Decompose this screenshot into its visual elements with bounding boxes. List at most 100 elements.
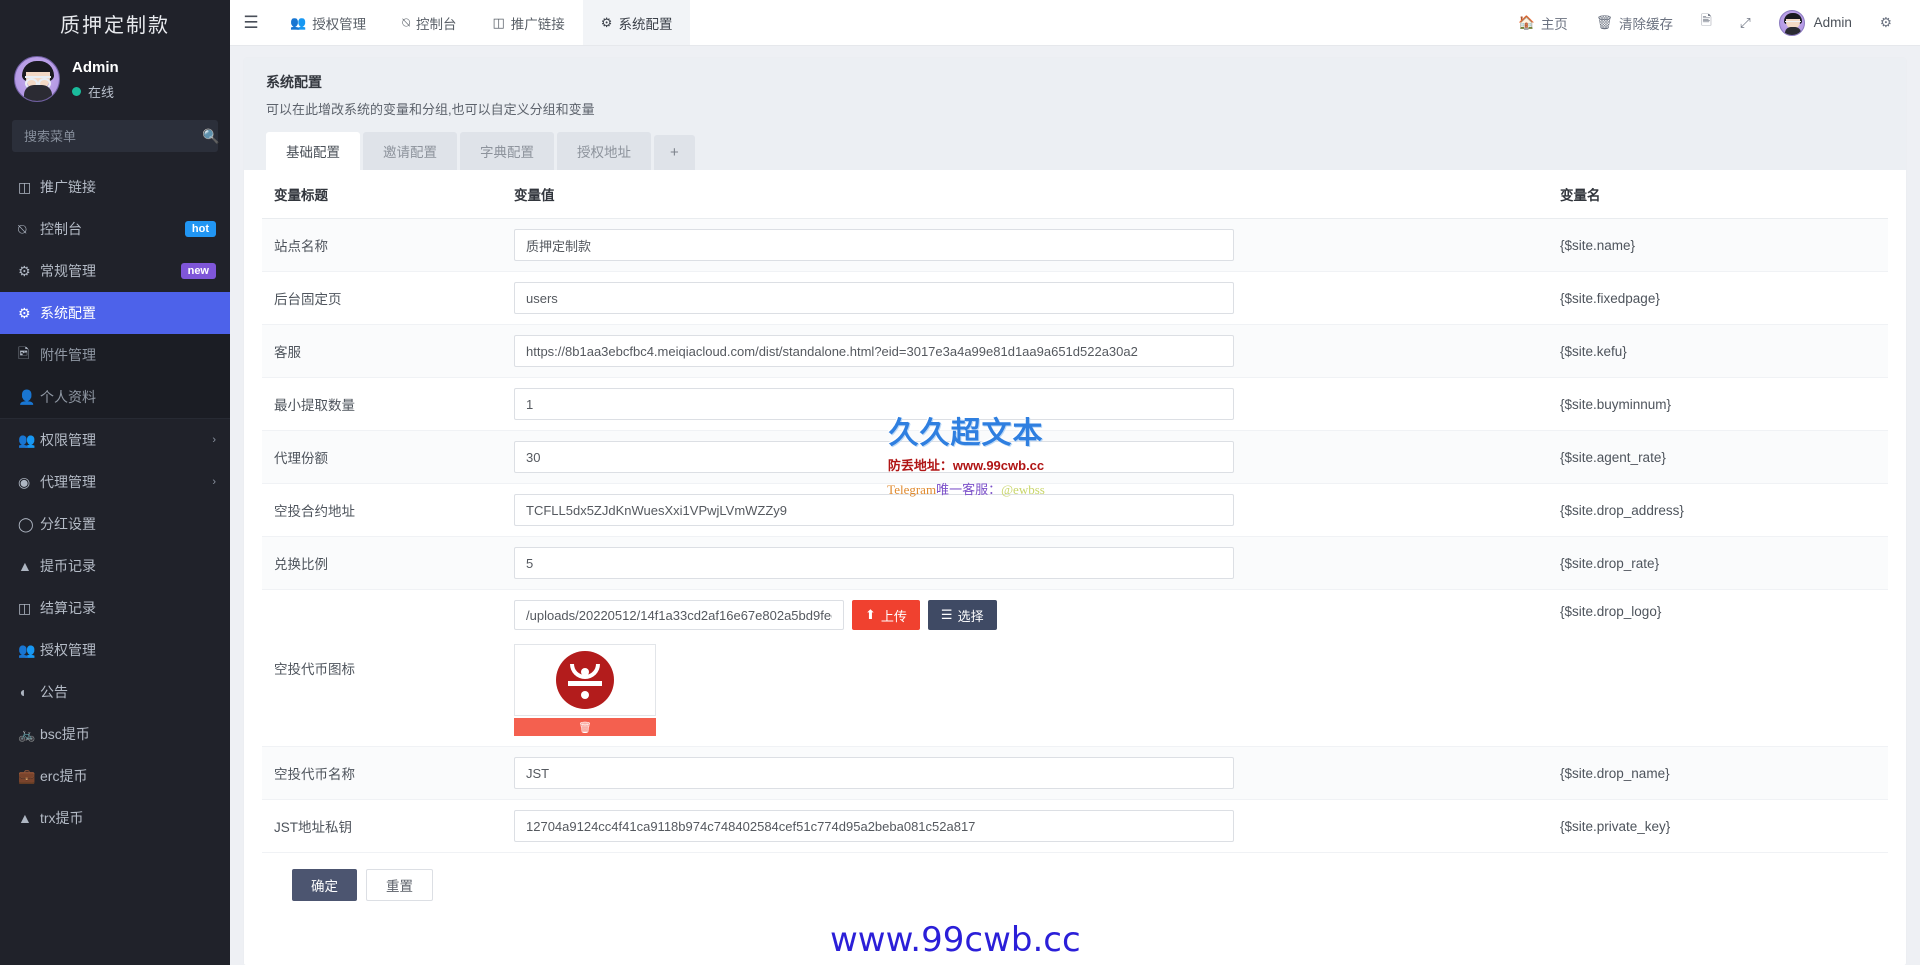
- hamburger-icon[interactable]: ☰: [230, 0, 272, 45]
- row-value: [502, 271, 1548, 325]
- gear-icon: ⚙: [18, 304, 31, 321]
- table-row: 客服 {$site.kefu}: [262, 324, 1888, 378]
- choose-button[interactable]: ☰ 选择: [927, 600, 997, 630]
- sidebar-item-gonggao[interactable]: ◖ 公告: [0, 671, 230, 713]
- tab-kongzhitai[interactable]: ⍉ 控制台: [384, 0, 474, 45]
- home-label: 主页: [1540, 16, 1568, 32]
- table-row: JST地址私钥 {$site.private_key}: [262, 799, 1888, 853]
- col-header-name: 变量名: [1548, 170, 1888, 219]
- table-row: 最小提取数量 {$site.buyminnum}: [262, 377, 1888, 431]
- app-shell: 质押定制款 Admin 在线 🔍 ◫ 推广链接 ⍉: [0, 0, 1920, 965]
- tab-tuiguanglianjie[interactable]: ◫ 推广链接: [475, 0, 583, 45]
- drop-name-input[interactable]: [514, 757, 1234, 789]
- dashboard-icon: ⍉: [402, 14, 410, 30]
- sidebar-item-tuiguang[interactable]: ◫ 推广链接: [0, 166, 230, 208]
- sidebar-item-trxtibi[interactable]: ▲ trx提币: [0, 797, 230, 839]
- profile-name: Admin: [72, 58, 119, 76]
- brand-title: 质押定制款: [60, 14, 170, 37]
- drop-logo-path-input[interactable]: [514, 600, 844, 630]
- tab-zidianpeizhi[interactable]: 字典配置: [460, 132, 554, 170]
- tab-yaoqingpeizhi[interactable]: 邀请配置: [363, 132, 457, 170]
- row-title: 站点名称: [262, 218, 502, 272]
- site-name-input[interactable]: [514, 229, 1234, 261]
- sidebar-item-label: 推广链接: [40, 179, 96, 195]
- table-row: 兑换比例 {$site.drop_rate}: [262, 536, 1888, 590]
- row-value: [502, 799, 1548, 853]
- reset-button[interactable]: 重置: [366, 869, 433, 901]
- row-varname: {$site.drop_rate}: [1548, 536, 1888, 590]
- sidebar-item-label: 公告: [40, 684, 68, 700]
- trash-icon: 🗑: [1595, 14, 1613, 30]
- sidebar-item-fujian[interactable]: 🖻 附件管理: [0, 334, 230, 376]
- table-row: 代理份额 {$site.agent_rate}: [262, 430, 1888, 484]
- sidebar-item-label: trx提币: [40, 810, 84, 826]
- fixedpage-input[interactable]: [514, 282, 1234, 314]
- sidebar-item-tibijilu[interactable]: ▲ 提币记录: [0, 545, 230, 587]
- sidebar-item-shouquanguanli[interactable]: 👥 授权管理: [0, 629, 230, 671]
- settings-button[interactable]: ⚙: [1866, 0, 1906, 46]
- drop-address-input[interactable]: [514, 494, 1234, 526]
- row-title: 代理份额: [262, 430, 502, 484]
- row-varname: {$site.drop_address}: [1548, 483, 1888, 537]
- row-title: 空投代币图标: [262, 589, 502, 747]
- search-icon[interactable]: 🔍: [202, 128, 219, 145]
- note-button[interactable]: 🖹: [1687, 0, 1726, 46]
- sidebar-item-gerenziliao[interactable]: 👤 个人资料: [0, 376, 230, 418]
- row-title: 后台固定页: [262, 271, 502, 325]
- drop-rate-input[interactable]: [514, 547, 1234, 579]
- sidebar-item-bsctibi[interactable]: 🚲 bsc提币: [0, 713, 230, 755]
- row-value: ⬆ 上传 ☰ 选择: [502, 589, 1548, 747]
- logo-preview-wrap: 🗑: [514, 644, 656, 736]
- tab-shouquandizhi[interactable]: 授权地址: [557, 132, 651, 170]
- sidebar-item-label: erc提币: [40, 768, 88, 784]
- clear-cache-button[interactable]: 🗑 清除缓存: [1582, 0, 1687, 46]
- row-varname: {$site.drop_logo}: [1548, 589, 1888, 747]
- row-title: 客服: [262, 324, 502, 378]
- form-actions: 确定 重置: [262, 853, 1888, 913]
- tab-label: 授权管理: [312, 16, 367, 32]
- tab-label: 控制台: [416, 16, 457, 32]
- sidebar-item-label: 结算记录: [40, 600, 96, 616]
- sidebar: 质押定制款 Admin 在线 🔍 ◫ 推广链接 ⍉: [0, 0, 230, 965]
- user-circle-icon: ◉: [18, 473, 31, 490]
- page-subtitle: 可以在此增改系统的变量和分组,也可以自定义分组和变量: [266, 102, 595, 117]
- topbar-right: 🏠 主页 🗑 清除缓存 🖹 ⤢ Admin ⚙: [1504, 0, 1920, 45]
- sidebar-item-label: 附件管理: [40, 347, 96, 363]
- config-card: 系统配置 可以在此增改系统的变量和分组,也可以自定义分组和变量 基础配置 邀请配…: [244, 58, 1906, 965]
- buyminnum-input[interactable]: [514, 388, 1234, 420]
- tab-shouquanguanli[interactable]: 👥 授权管理: [272, 0, 384, 45]
- chevron-right-icon: ›: [212, 434, 216, 446]
- sidebar-profile[interactable]: Admin 在线: [0, 46, 230, 116]
- sidebar-item-xitongpeizhi[interactable]: ⚙ 系统配置: [0, 292, 230, 334]
- kefu-input[interactable]: [514, 335, 1234, 367]
- tab-xitongpeizhi[interactable]: ⚙ 系统配置: [582, 0, 691, 45]
- search-input[interactable]: [22, 127, 202, 145]
- fullscreen-button[interactable]: ⤢: [1726, 0, 1765, 46]
- sidebar-item-erctibi[interactable]: 💼 erc提币: [0, 755, 230, 797]
- main-area: ☰ 👥 授权管理 ⍉ 控制台 ◫ 推广链接 ⚙ 系统配置 🏠 主页 🗑 清除缓存…: [230, 0, 1920, 965]
- clear-cache-label: 清除缓存: [1618, 16, 1673, 32]
- submit-button[interactable]: 确定: [292, 869, 357, 901]
- sidebar-item-kongzhitai[interactable]: ⍉ 控制台 hot: [0, 208, 230, 250]
- sidebar-item-jiesuanjilu[interactable]: ◫ 结算记录: [0, 587, 230, 629]
- table-body: 站点名称 {$site.name} 后台固定页: [262, 218, 1888, 853]
- private-key-input[interactable]: [514, 810, 1234, 842]
- sidebar-item-label: 授权管理: [40, 642, 96, 658]
- delete-logo-button[interactable]: 🗑: [514, 718, 656, 736]
- sidebar-item-daili[interactable]: ◉ 代理管理 ›: [0, 461, 230, 503]
- id-card-icon: ◫: [18, 178, 32, 195]
- sidebar-item-quanxian[interactable]: 👥 权限管理 ›: [0, 419, 230, 461]
- topbar: ☰ 👥 授权管理 ⍉ 控制台 ◫ 推广链接 ⚙ 系统配置 🏠 主页 🗑 清除缓存…: [230, 0, 1920, 46]
- sidebar-search[interactable]: 🔍: [12, 120, 219, 152]
- sidebar-item-fenhong[interactable]: ◯ 分红设置: [0, 503, 230, 545]
- add-tab-button[interactable]: +: [654, 135, 695, 170]
- row-value: [502, 536, 1548, 590]
- tab-jichupeizhi[interactable]: 基础配置: [266, 132, 360, 170]
- sidebar-item-changgui[interactable]: ⚙ 常规管理 new: [0, 250, 230, 292]
- content-area: 系统配置 可以在此增改系统的变量和分组,也可以自定义分组和变量 基础配置 邀请配…: [230, 46, 1920, 965]
- agent-rate-input[interactable]: [514, 441, 1234, 473]
- upload-button[interactable]: ⬆ 上传: [852, 600, 920, 630]
- user-menu[interactable]: Admin: [1765, 0, 1866, 46]
- config-tabs: 基础配置 邀请配置 字典配置 授权地址 +: [266, 132, 1884, 170]
- home-button[interactable]: 🏠 主页: [1504, 0, 1582, 46]
